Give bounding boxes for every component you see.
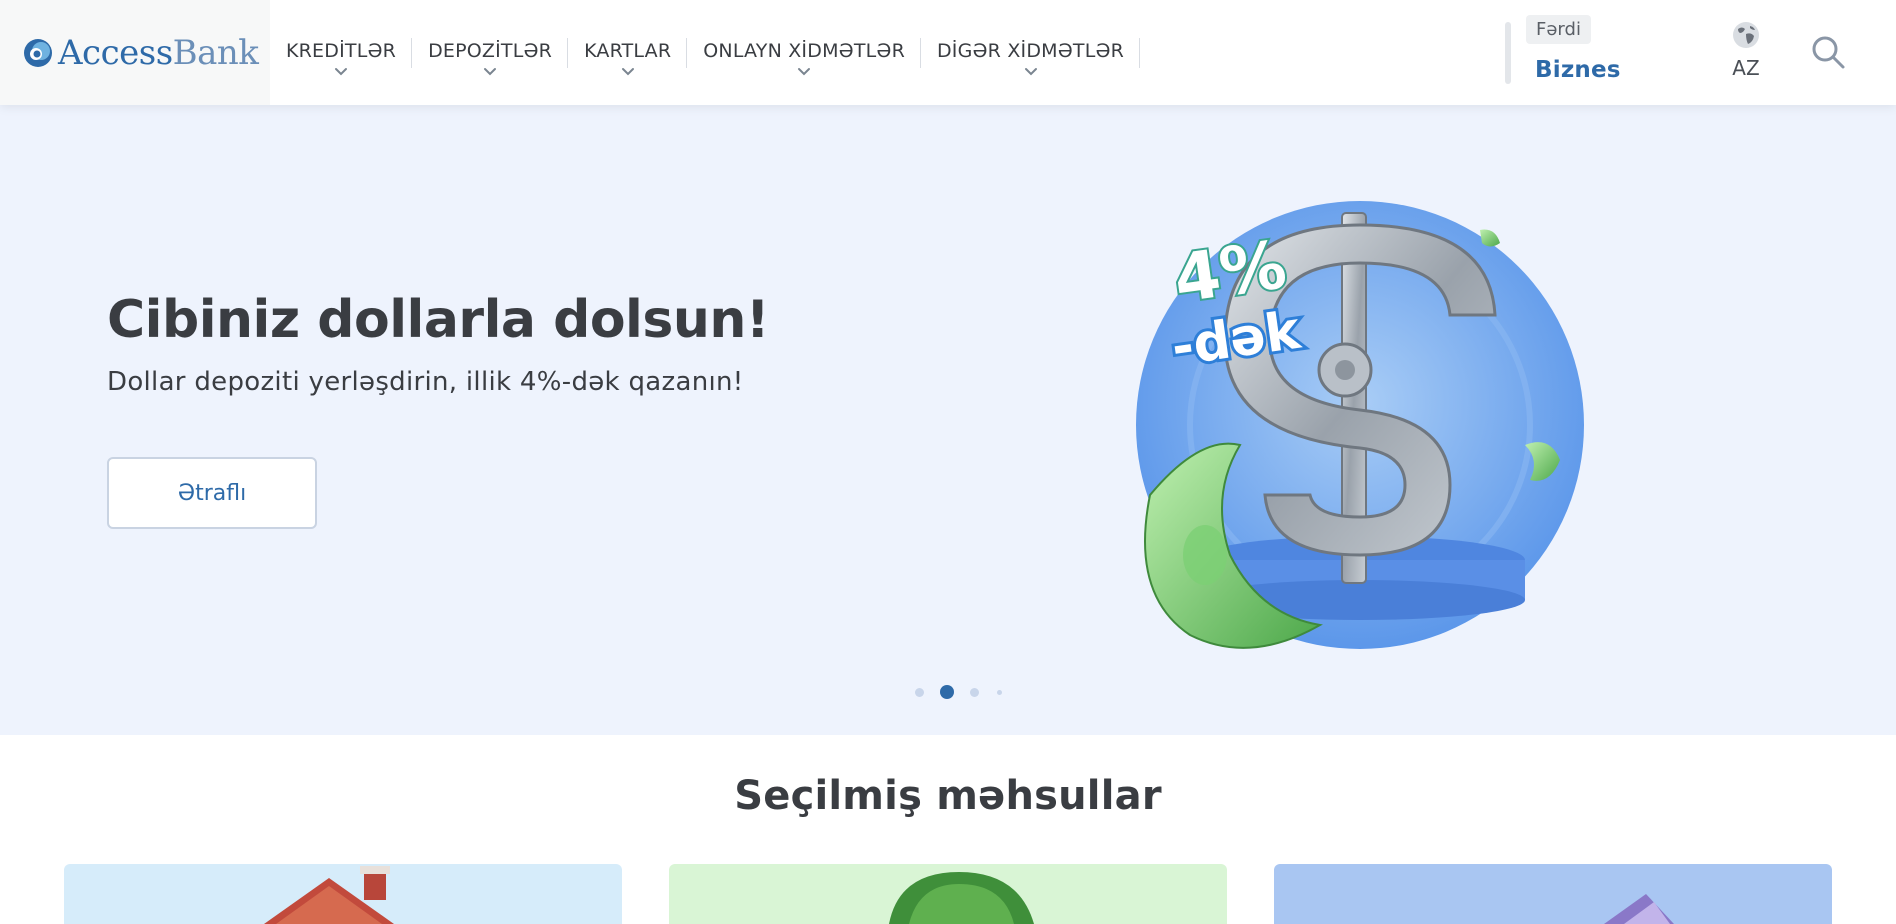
nav-item-kreditler[interactable]: KREDİTLƏR [270, 0, 413, 105]
logo-text: AccessBank [58, 32, 259, 73]
rate-badge: 4% -dək [1165, 224, 1308, 381]
logo[interactable]: AccessBank [0, 0, 270, 105]
product-card-cards[interactable] [1274, 864, 1832, 924]
carousel-dot-1[interactable] [915, 687, 924, 697]
language-switcher[interactable]: AZ [1728, 20, 1764, 80]
main-nav: KREDİTLƏR DEPOZİTLƏR KARTLAR ONLAYN XİDM… [270, 0, 1141, 105]
site-header: AccessBank KREDİTLƏR DEPOZİTLƏR KARTLAR … [0, 0, 1896, 105]
nav-item-depozitler[interactable]: DEPOZİTLƏR [412, 0, 569, 105]
language-label: AZ [1732, 56, 1760, 80]
dollar-vault-illustration: 4% -dək [1136, 201, 1584, 649]
carousel-dot-3[interactable] [970, 687, 979, 697]
hero-title: Cibiniz dollarla dolsun! [107, 290, 770, 350]
chevron-down-icon [798, 68, 811, 76]
featured-products-title: Seçilmiş məhsullar [734, 773, 1162, 819]
card-image [1604, 894, 1674, 924]
hero-subtitle: Dollar depoziti yerləşdirin, illik 4%-də… [107, 367, 744, 397]
segment-personal[interactable]: Fərdi [1526, 15, 1591, 44]
greenery-image [889, 872, 1034, 924]
hero-banner: Cibiniz dollarla dolsun! Dollar depoziti… [0, 105, 1896, 735]
nav-item-kartlar[interactable]: KARTLAR [568, 0, 688, 105]
chevron-down-icon [484, 68, 497, 76]
product-card-green[interactable] [669, 864, 1227, 924]
nav-label: KARTLAR [584, 40, 672, 62]
carousel-dot-4[interactable] [997, 689, 1002, 695]
search-icon[interactable] [1810, 34, 1846, 70]
carousel-dot-2-active[interactable] [940, 685, 954, 699]
chevron-down-icon [335, 68, 348, 76]
chevron-down-icon [1024, 68, 1037, 76]
nav-item-onlayn-xidmetler[interactable]: ONLAYN XİDMƏTLƏR [687, 0, 921, 105]
segment-divider [1505, 22, 1511, 84]
house-image [264, 866, 394, 924]
nav-label: DEPOZİTLƏR [428, 40, 553, 62]
details-button[interactable]: Ətraflı [107, 457, 317, 529]
chevron-down-icon [621, 68, 634, 76]
nav-label: ONLAYN XİDMƏTLƏR [703, 40, 905, 62]
nav-item-diger-xidmetler[interactable]: DİGƏR XİDMƏTLƏR [921, 0, 1141, 105]
product-card-mortgage[interactable] [64, 864, 622, 924]
nav-label: DİGƏR XİDMƏTLƏR [936, 40, 1125, 62]
segment-business[interactable]: Biznes [1535, 57, 1621, 83]
globe-icon [1733, 22, 1759, 48]
nav-label: KREDİTLƏR [286, 40, 397, 62]
carousel-indicators [915, 685, 1002, 699]
access-bank-logo-icon [24, 38, 52, 67]
